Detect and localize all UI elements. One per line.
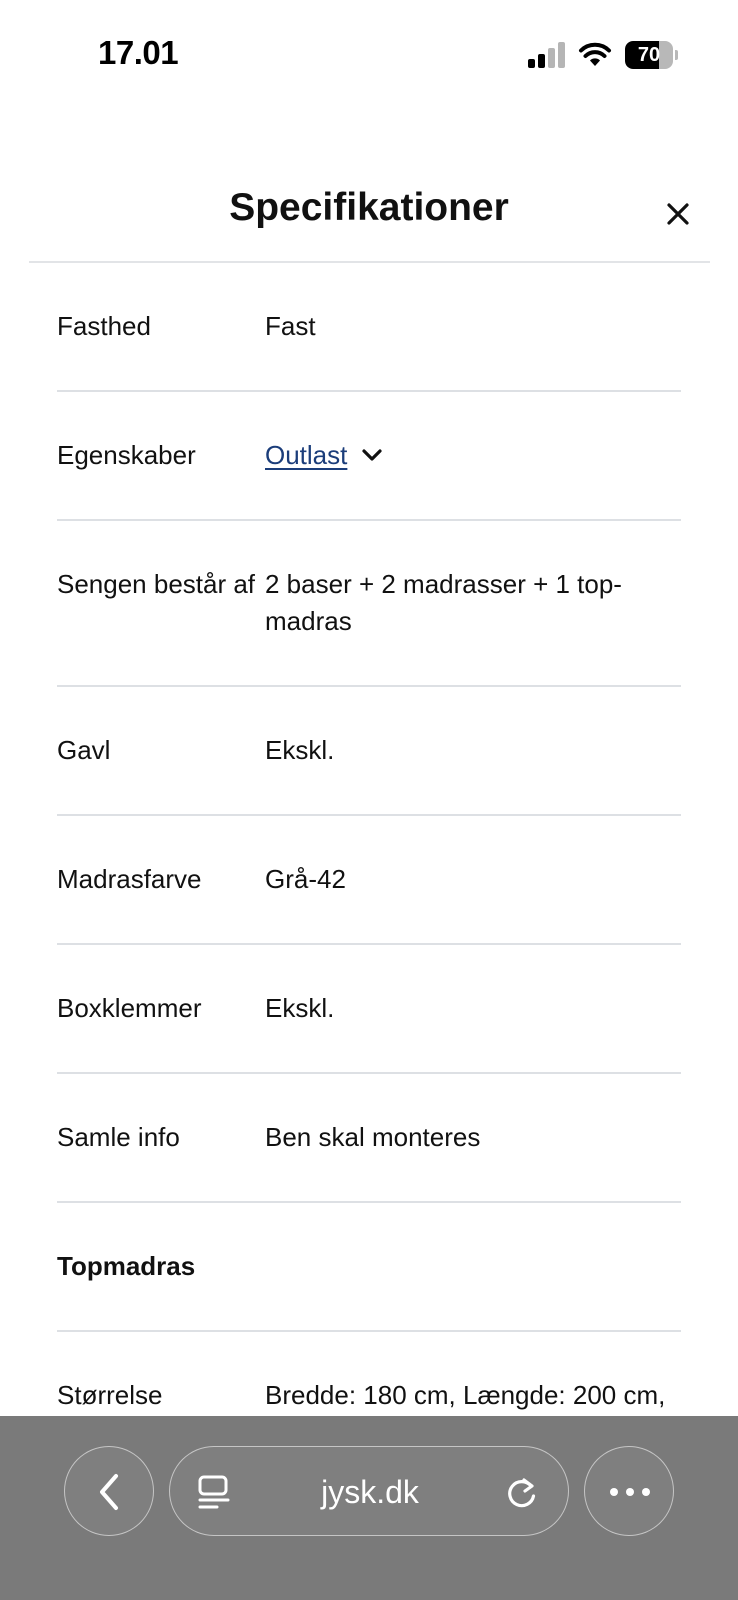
battery-icon: 70	[625, 41, 678, 69]
spec-label: Egenskaber	[57, 440, 196, 470]
browser-toolbar: jysk.dk	[0, 1416, 738, 1600]
spec-row-madrasfarve: Madrasfarve Grå-42	[57, 816, 681, 945]
status-time: 17.01	[98, 34, 179, 71]
spec-row-gavl: Gavl Ekskl.	[57, 687, 681, 816]
modal-header: Specifikationer	[0, 170, 738, 260]
spec-value: Ekskl.	[265, 993, 335, 1023]
section-heading: Topmadras	[57, 1251, 196, 1281]
spec-label: Samle info	[57, 1122, 180, 1152]
page: 17.01 70 Specifikationer Fasthed Fast Eg…	[0, 0, 738, 1600]
cellular-signal-icon	[528, 42, 566, 68]
spec-value: Fast	[265, 311, 316, 341]
spec-value: 2 baser + 2 madrasser + 1 top-madras	[265, 569, 622, 636]
address-bar[interactable]: jysk.dk	[169, 1446, 569, 1536]
status-bar: 17.01 70	[0, 0, 738, 110]
spec-label: Fasthed	[57, 311, 151, 341]
battery-level: 70	[637, 44, 661, 66]
page-title: Specifikationer	[229, 186, 509, 229]
spec-label: Størrelse	[57, 1380, 163, 1410]
chevron-down-icon[interactable]	[361, 448, 383, 462]
spec-value: Ekskl.	[265, 735, 335, 765]
spec-label: Madrasfarve	[57, 864, 202, 894]
spec-label: Boxklemmer	[57, 993, 202, 1023]
spec-label: Sengen består af	[57, 569, 256, 599]
spec-row-samle-info: Samle info Ben skal monteres	[57, 1074, 681, 1203]
spec-row-sengen-bestaar-af: Sengen består af 2 baser + 2 madrasser +…	[57, 521, 681, 687]
spec-list: Fasthed Fast Egenskaber Outlast Sengen b…	[57, 263, 681, 1461]
spec-label: Gavl	[57, 735, 111, 765]
reload-icon	[508, 1478, 536, 1508]
spec-value-link-wrapper: Outlast	[265, 437, 681, 474]
spec-row-egenskaber: Egenskaber Outlast	[57, 392, 681, 521]
more-button[interactable]	[584, 1446, 674, 1536]
spec-value: Bredde: 180 cm, Længde: 200 cm,	[265, 1380, 666, 1410]
outlast-link[interactable]: Outlast	[265, 440, 347, 470]
more-icon	[610, 1488, 650, 1496]
back-button[interactable]	[64, 1446, 154, 1536]
spec-value: Ben skal monteres	[265, 1122, 481, 1152]
close-icon	[667, 203, 689, 225]
spec-row-boxklemmer: Boxklemmer Ekskl.	[57, 945, 681, 1074]
close-button[interactable]	[658, 194, 698, 234]
wifi-icon	[578, 40, 612, 68]
reload-button[interactable]	[500, 1470, 544, 1514]
chevron-left-icon	[100, 1474, 118, 1510]
spec-row-fasthed: Fasthed Fast	[57, 263, 681, 392]
spec-value: Grå-42	[265, 864, 346, 894]
spec-section-topmadras: Topmadras	[57, 1203, 681, 1332]
